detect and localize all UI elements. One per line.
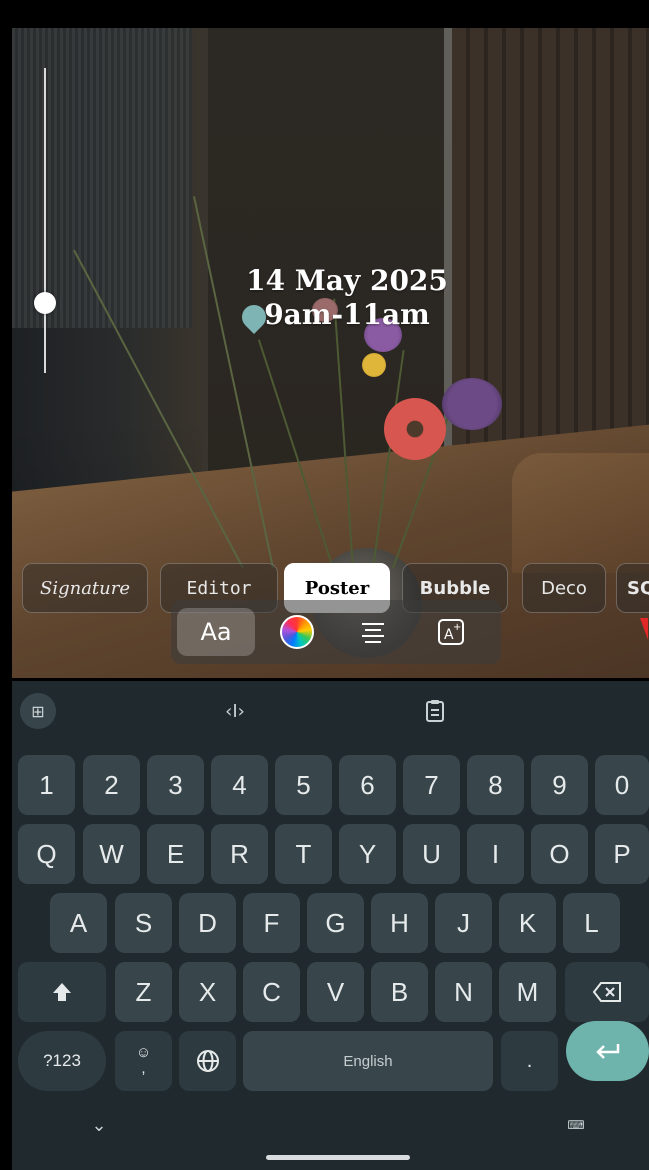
key-q[interactable]: Q bbox=[18, 824, 75, 884]
key-j[interactable]: J bbox=[435, 893, 492, 953]
shift-icon bbox=[53, 983, 71, 1001]
keyboard-icon: ⌨ bbox=[567, 1118, 585, 1132]
text-cursor-icon: ‹I› bbox=[225, 700, 245, 722]
key-8[interactable]: 8 bbox=[467, 755, 524, 815]
keyboard-toolbar: ⊞ ‹I› bbox=[12, 681, 649, 741]
backspace-key[interactable] bbox=[565, 962, 649, 1022]
style-chip-signature[interactable]: Signature bbox=[22, 563, 148, 613]
enter-key[interactable] bbox=[566, 1021, 649, 1081]
align-center-icon bbox=[362, 623, 384, 643]
on-screen-keyboard: ⊞ ‹I› 1 2 3 4 5 6 7 8 9 0 Q W E R T Y U … bbox=[12, 681, 649, 1170]
text-tools-bar: Aa A + bbox=[171, 600, 501, 664]
chevron-down-icon: ⌄ bbox=[91, 1114, 107, 1136]
yellow-flower bbox=[362, 353, 386, 377]
red-marker-icon bbox=[640, 618, 648, 640]
navigation-bar: ⌄ ⌨ bbox=[12, 1101, 649, 1170]
key-r[interactable]: R bbox=[211, 824, 268, 884]
grid-icon: ⊞ bbox=[31, 701, 45, 721]
clipboard-button[interactable] bbox=[417, 693, 453, 729]
symbols-key[interactable]: ?123 bbox=[18, 1031, 106, 1091]
purple-flower bbox=[442, 378, 502, 430]
key-e[interactable]: E bbox=[147, 824, 204, 884]
shift-key[interactable] bbox=[18, 962, 106, 1022]
svg-text:+: + bbox=[453, 622, 461, 633]
key-a[interactable]: A bbox=[50, 893, 107, 953]
overlay-time-line: 9am-11am bbox=[264, 298, 430, 331]
key-m[interactable]: M bbox=[499, 962, 556, 1022]
key-o[interactable]: O bbox=[531, 824, 588, 884]
photo-canvas[interactable]: 14 May 2025 9am-11am Signature Editor Po… bbox=[12, 28, 649, 678]
key-h[interactable]: H bbox=[371, 893, 428, 953]
emoji-comma-key[interactable]: ☺ , bbox=[115, 1031, 172, 1091]
background-wall-panel bbox=[12, 28, 192, 328]
align-button[interactable] bbox=[351, 608, 395, 656]
key-f[interactable]: F bbox=[243, 893, 300, 953]
key-v[interactable]: V bbox=[307, 962, 364, 1022]
key-d[interactable]: D bbox=[179, 893, 236, 953]
key-i[interactable]: I bbox=[467, 824, 524, 884]
globe-icon bbox=[196, 1050, 219, 1072]
key-0[interactable]: 0 bbox=[595, 755, 649, 815]
key-t[interactable]: T bbox=[275, 824, 332, 884]
text-size-slider-track[interactable] bbox=[44, 68, 46, 373]
key-6[interactable]: 6 bbox=[339, 755, 396, 815]
clipboard-icon bbox=[426, 700, 444, 722]
key-p[interactable]: P bbox=[595, 824, 649, 884]
key-1[interactable]: 1 bbox=[18, 755, 75, 815]
backspace-icon bbox=[592, 982, 621, 1002]
key-y[interactable]: Y bbox=[339, 824, 396, 884]
space-key[interactable]: English bbox=[243, 1031, 493, 1091]
style-chip-sq[interactable]: SQ bbox=[616, 563, 649, 613]
text-effects-icon: A + bbox=[438, 619, 464, 645]
key-l[interactable]: L bbox=[563, 893, 620, 953]
font-button[interactable]: Aa bbox=[177, 608, 255, 656]
key-c[interactable]: C bbox=[243, 962, 300, 1022]
cursor-control-button[interactable]: ‹I› bbox=[217, 693, 253, 729]
hide-keyboard-button[interactable]: ⌄ bbox=[87, 1113, 111, 1137]
background-chair bbox=[512, 453, 649, 573]
gerbera-flower bbox=[384, 398, 446, 460]
key-n[interactable]: N bbox=[435, 962, 492, 1022]
key-w[interactable]: W bbox=[83, 824, 140, 884]
key-z[interactable]: Z bbox=[115, 962, 172, 1022]
period-key[interactable]: . bbox=[501, 1031, 558, 1091]
enter-icon bbox=[595, 1044, 619, 1059]
overlay-date-line: 14 May 2025 bbox=[246, 264, 448, 297]
text-effects-button[interactable]: A + bbox=[429, 608, 473, 656]
key-7[interactable]: 7 bbox=[403, 755, 460, 815]
key-u[interactable]: U bbox=[403, 824, 460, 884]
key-g[interactable]: G bbox=[307, 893, 364, 953]
text-size-slider-thumb[interactable] bbox=[34, 292, 56, 314]
key-2[interactable]: 2 bbox=[83, 755, 140, 815]
key-3[interactable]: 3 bbox=[147, 755, 204, 815]
key-5[interactable]: 5 bbox=[275, 755, 332, 815]
key-b[interactable]: B bbox=[371, 962, 428, 1022]
overlay-text-box[interactable]: 14 May 2025 9am-11am bbox=[212, 264, 482, 332]
key-4[interactable]: 4 bbox=[211, 755, 268, 815]
key-x[interactable]: X bbox=[179, 962, 236, 1022]
language-key[interactable] bbox=[179, 1031, 236, 1091]
style-chip-deco[interactable]: Deco bbox=[522, 563, 606, 613]
color-button[interactable] bbox=[279, 608, 315, 656]
keyboard-apps-button[interactable]: ⊞ bbox=[20, 693, 56, 729]
key-9[interactable]: 9 bbox=[531, 755, 588, 815]
keyboard-switch-button[interactable]: ⌨ bbox=[564, 1113, 588, 1137]
key-k[interactable]: K bbox=[499, 893, 556, 953]
home-indicator[interactable] bbox=[266, 1155, 410, 1160]
key-s[interactable]: S bbox=[115, 893, 172, 953]
color-wheel-icon bbox=[280, 615, 314, 649]
